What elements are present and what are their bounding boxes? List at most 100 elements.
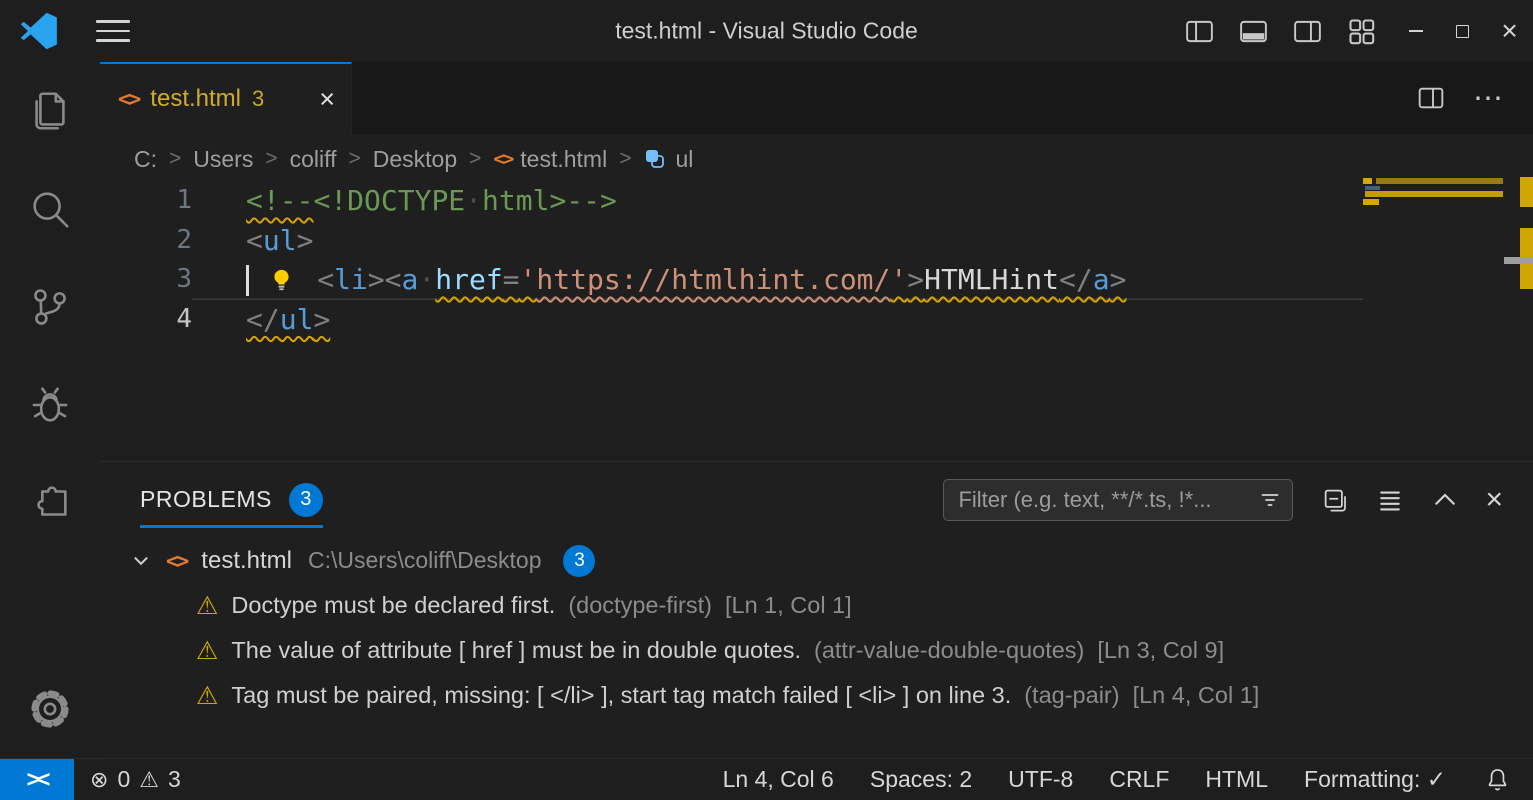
code-line-4[interactable]: 4</ul> <box>100 300 1363 340</box>
line-number: 2 <box>100 221 192 261</box>
code-token: HTMLHint <box>924 263 1059 296</box>
line-content: <ul> <box>192 221 1363 261</box>
tab-problems-badge: 3 <box>252 86 264 112</box>
problems-tree: <> test.html C:\Users\coliff\Desktop 3 ⚠… <box>100 537 1533 718</box>
breadcrumb-label: C: <box>134 146 157 173</box>
code-token: a <box>1093 263 1110 296</box>
filter-icon[interactable] <box>1258 488 1282 512</box>
breadcrumb-separator: > <box>348 147 360 171</box>
collapse-all-icon[interactable] <box>1320 485 1350 515</box>
breadcrumb-label: ul <box>675 146 693 173</box>
problem-rule: (doctype-first) <box>568 592 712 619</box>
code-token: < <box>385 263 402 296</box>
sidebar-item-run-debug[interactable] <box>0 356 100 454</box>
sidebar-item-extensions[interactable] <box>0 454 100 552</box>
more-actions-icon[interactable]: ⋯ <box>1473 81 1505 116</box>
breadcrumb-separator: > <box>619 147 631 171</box>
code-token: > <box>368 263 385 296</box>
chevron-down-icon <box>130 550 152 572</box>
close-panel-icon[interactable]: × <box>1485 485 1503 515</box>
breadcrumb-item-coliff[interactable]: coliff <box>290 146 337 173</box>
html-file-icon: <> <box>118 87 139 111</box>
problem-rule: (attr-value-double-quotes) <box>814 637 1084 664</box>
breadcrumb-item-c[interactable]: C: <box>134 146 157 173</box>
status-problems-summary[interactable]: ⊗ 0 ⚠ 3 <box>74 766 181 793</box>
close-tab-button[interactable]: × <box>319 84 335 115</box>
code-token: ul <box>280 303 314 336</box>
problem-location: [Ln 3, Col 9] <box>1097 637 1224 664</box>
breadcrumb-item-testhtml[interactable]: <>test.html <box>493 146 607 173</box>
code-token: · <box>465 184 482 217</box>
code-token: li <box>334 263 368 296</box>
sidebar-item-source-control[interactable] <box>0 258 100 356</box>
problem-row-1[interactable]: ⚠Doctype must be declared first.(doctype… <box>100 583 1533 628</box>
remote-indicator[interactable]: >< <box>0 759 74 800</box>
breadcrumb-item-desktop[interactable]: Desktop <box>373 146 457 173</box>
split-editor-icon[interactable] <box>1415 82 1447 114</box>
minimap[interactable] <box>1363 177 1503 427</box>
line-number: 1 <box>100 181 192 221</box>
maximize-panel-icon[interactable] <box>1430 485 1460 515</box>
tab-problems[interactable]: PROBLEMS 3 <box>140 462 323 537</box>
status-encoding[interactable]: UTF-8 <box>1008 766 1073 793</box>
problems-filter-input[interactable] <box>958 487 1258 513</box>
minimize-icon <box>1409 30 1423 32</box>
breadcrumb-item-users[interactable]: Users <box>193 146 253 173</box>
status-formatting[interactable]: Formatting: ✓ <box>1304 766 1446 793</box>
breadcrumb-item-ul[interactable]: ul <box>643 146 693 173</box>
toggle-secondary-sidebar-icon[interactable] <box>1291 15 1324 48</box>
problems-tab-label: PROBLEMS <box>140 486 272 513</box>
search-icon <box>27 186 73 232</box>
breadcrumb: C:>Users>coliff>Desktop><>test.html> ul <box>100 134 1533 184</box>
code-token: <!-- <box>246 184 313 217</box>
lightbulb-icon[interactable] <box>268 267 295 294</box>
warning-icon: ⚠ <box>196 636 218 666</box>
status-indentation[interactable]: Spaces: 2 <box>870 766 972 793</box>
problem-message: The value of attribute [ href ] must be … <box>231 637 801 664</box>
maximize-button[interactable] <box>1439 0 1486 62</box>
error-icon: ⊗ <box>90 767 108 793</box>
toggle-panel-icon[interactable] <box>1237 15 1270 48</box>
problems-filter[interactable] <box>943 479 1293 521</box>
breadcrumb-label: Desktop <box>373 146 457 173</box>
code-line-3[interactable]: 3 <li><a·href='https://htmlhint.com/'>HT… <box>100 260 1363 300</box>
warning-icon: ⚠ <box>139 767 159 793</box>
view-as-table-icon[interactable] <box>1375 485 1405 515</box>
status-bar: >< ⊗ 0 ⚠ 3 Ln 4, Col 6 Spaces: 2 UTF-8 CRLF… <box>0 758 1533 800</box>
error-count: 0 <box>117 766 130 793</box>
code-token: > <box>1110 263 1127 296</box>
problems-file-path: C:\Users\coliff\Desktop <box>308 547 541 574</box>
customize-layout-icon[interactable] <box>1345 15 1378 48</box>
code-token: ' <box>890 263 907 296</box>
sidebar-item-explorer[interactable] <box>0 62 100 160</box>
breadcrumb-separator: > <box>169 147 181 171</box>
extensions-icon <box>27 480 73 526</box>
text-cursor <box>246 265 249 296</box>
problems-count-badge: 3 <box>289 483 323 517</box>
status-language-mode[interactable]: HTML <box>1205 766 1268 793</box>
code-token: < <box>246 224 263 257</box>
status-cursor-position[interactable]: Ln 4, Col 6 <box>723 766 834 793</box>
warning-count: 3 <box>168 766 181 793</box>
code-line-1[interactable]: 1<!--<!DOCTYPE·html>--> <box>100 181 1363 221</box>
problems-file-row[interactable]: <> test.html C:\Users\coliff\Desktop 3 <box>100 538 1533 583</box>
editor: 1<!--<!DOCTYPE·html>-->2<ul>3 <li><a·hre… <box>100 181 1533 461</box>
sidebar-item-search[interactable] <box>0 160 100 258</box>
code-line-2[interactable]: 2<ul> <box>100 221 1363 261</box>
toggle-sidebar-icon[interactable] <box>1183 15 1216 48</box>
close-icon: × <box>1501 17 1517 45</box>
titlebar: test.html - Visual Studio Code × <box>0 0 1533 62</box>
sidebar-item-settings[interactable] <box>0 660 100 758</box>
status-eol[interactable]: CRLF <box>1109 766 1169 793</box>
bug-icon <box>27 382 73 428</box>
problem-row-2[interactable]: ⚠ The value of attribute [ href ] must be… <box>100 628 1533 673</box>
problem-row-3[interactable]: ⚠Tag must be paired, missing: [ </li> ],… <box>100 673 1533 718</box>
notifications-bell-icon[interactable] <box>1484 766 1511 793</box>
menu-icon[interactable] <box>96 20 130 42</box>
tab-test-html[interactable]: <> test.html 3 × <box>100 62 352 134</box>
html-file-icon: <> <box>166 549 187 573</box>
vscode-logo-icon <box>20 12 58 50</box>
minimize-button[interactable] <box>1392 0 1439 62</box>
close-window-button[interactable]: × <box>1486 0 1533 62</box>
code-token: = <box>503 263 520 296</box>
